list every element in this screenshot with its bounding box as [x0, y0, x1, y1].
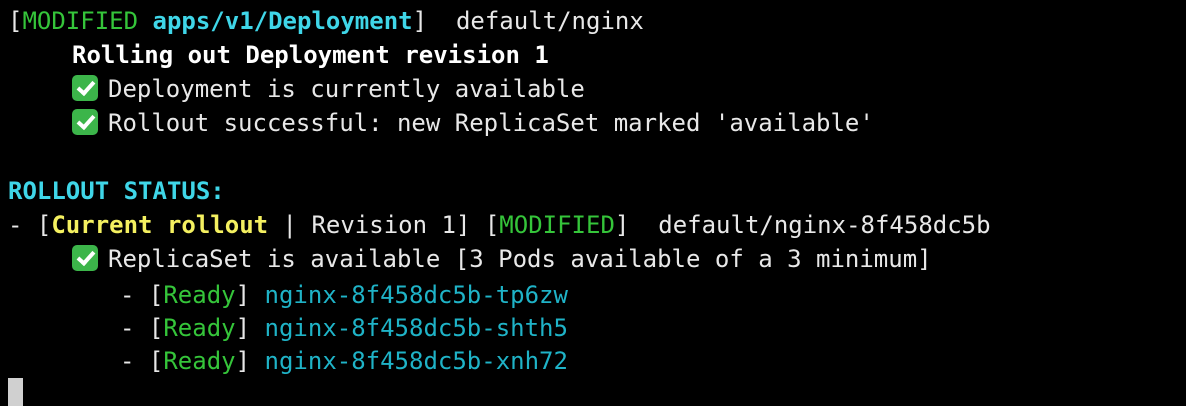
pod-prefix: - [ [120, 314, 164, 342]
revision-label: | Revision 1] [ [268, 211, 500, 239]
rollout-title-text: Rolling out Deployment revision 1 [72, 41, 549, 69]
terminal-cursor[interactable] [8, 378, 23, 406]
replicaset-modified-status: MODIFIED [499, 211, 615, 239]
resource-kind: apps/v1/Deployment [152, 7, 413, 35]
current-rollout-line: - [Current rollout | Revision 1] [MODIFI… [8, 208, 991, 242]
bracket-open: [ [8, 7, 23, 35]
resource-header-line: [MODIFIED apps/v1/Deployment] default/ng… [8, 4, 644, 38]
modified-status: MODIFIED [22, 7, 139, 35]
pod-ready-status: Ready [163, 281, 236, 309]
current-rollout-label: Current rollout [51, 211, 269, 239]
list-prefix: - [ [8, 211, 52, 239]
pod-suffix: ] [235, 281, 265, 309]
pod-prefix: - [ [120, 347, 164, 375]
pod-suffix: ] [235, 314, 265, 342]
pod-ready-status: Ready [163, 314, 236, 342]
replicaset-name: default/nginx-8f458dc5b [629, 211, 991, 239]
bracket-close: ] [412, 7, 428, 35]
check-mark-icon [72, 109, 98, 135]
pod-ready-status: Ready [163, 347, 236, 375]
pod-list-item: - [Ready] nginx-8f458dc5b-shth5 [120, 311, 568, 345]
pod-list-item: - [Ready] nginx-8f458dc5b-xnh72 [120, 344, 568, 378]
replicaset-check-line: ReplicaSet is available [3 Pods availabl… [72, 242, 932, 276]
pod-name: nginx-8f458dc5b-xnh72 [264, 347, 568, 375]
rollout-title: Rolling out Deployment revision 1 [72, 38, 549, 72]
rollout-status-heading: ROLLOUT STATUS: [8, 174, 225, 208]
deployment-check-line: Deployment is currently available [72, 72, 585, 106]
pod-name: nginx-8f458dc5b-tp6zw [264, 281, 568, 309]
rollout-check-line: Rollout successful: new ReplicaSet marke… [72, 106, 874, 140]
pod-name: nginx-8f458dc5b-shth5 [264, 314, 568, 342]
pod-list-item: - [Ready] nginx-8f458dc5b-tp6zw [120, 278, 568, 312]
deployment-check-text: Deployment is currently available [108, 75, 585, 103]
check-mark-icon [72, 75, 98, 101]
replicaset-check-text: ReplicaSet is available [3 Pods availabl… [108, 245, 932, 273]
bracket-close: ] [614, 211, 630, 239]
rollout-status-heading-text: ROLLOUT STATUS: [8, 177, 225, 205]
pod-prefix: - [ [120, 281, 164, 309]
pod-suffix: ] [235, 347, 265, 375]
rollout-check-text: Rollout successful: new ReplicaSet marke… [108, 109, 874, 137]
check-mark-icon [72, 245, 98, 271]
resource-name: default/nginx [427, 7, 644, 35]
